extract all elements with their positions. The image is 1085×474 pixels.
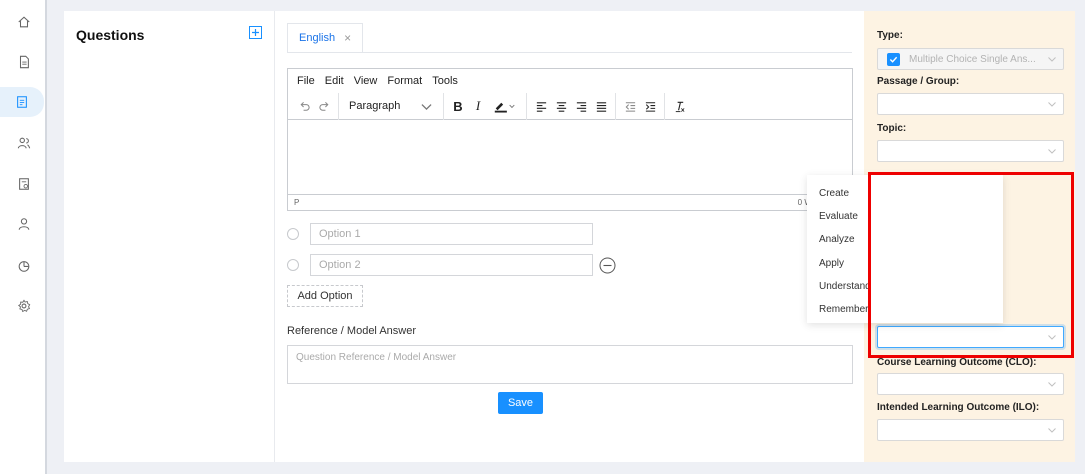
rail-item-documents[interactable] [0, 47, 47, 77]
menu-file[interactable]: File [297, 75, 315, 87]
outdent-icon[interactable] [620, 96, 640, 116]
chevron-down-icon [1047, 146, 1057, 156]
chevron-down-icon [1047, 379, 1057, 389]
type-label: Type: [877, 30, 903, 41]
tab-label: English [299, 32, 336, 44]
chevron-down-icon [1047, 54, 1057, 64]
menu-format[interactable]: Format [387, 75, 422, 87]
editor-body[interactable] [288, 120, 852, 194]
dropdown-option-remember[interactable]: Remember [819, 304, 868, 315]
ilo-label: Intended Learning Outcome (ILO): [877, 402, 1040, 413]
toolbar-separator [615, 92, 616, 120]
block-format-select[interactable]: Paragraph [343, 96, 439, 116]
toolbar-separator [526, 92, 527, 120]
redo-icon[interactable] [314, 96, 334, 116]
ilo-select[interactable] [877, 419, 1064, 441]
toolbar-separator [443, 92, 444, 120]
rail-item-users[interactable] [0, 128, 47, 158]
rail-item-settings[interactable] [0, 291, 47, 321]
menu-view[interactable]: View [354, 75, 378, 87]
menu-tools[interactable]: Tools [432, 75, 458, 87]
option-radio[interactable] [287, 228, 299, 240]
document-icon [17, 55, 31, 69]
questions-panel: Questions [64, 11, 275, 462]
rail-item-exams[interactable] [0, 169, 47, 199]
editor-menubar: File Edit View Format Tools [288, 69, 852, 93]
checkbox-checked-icon [887, 52, 900, 66]
bold-icon[interactable]: B [448, 96, 468, 116]
add-option-button[interactable]: Add Option [287, 285, 363, 307]
tab-divider [287, 52, 852, 53]
align-right-icon[interactable] [571, 96, 591, 116]
italic-icon[interactable]: I [468, 96, 488, 116]
dropdown-option-evaluate[interactable]: Evaluate [819, 211, 858, 222]
clear-formatting-icon[interactable] [669, 96, 689, 116]
passage-select[interactable] [877, 93, 1064, 115]
dropdown-option-apply[interactable]: Apply [819, 258, 844, 269]
editor-toolbar: Paragraph B I [288, 92, 852, 120]
dropdown-option-create[interactable]: Create [819, 188, 849, 199]
align-center-icon[interactable] [551, 96, 571, 116]
dropdown-option-analyze[interactable]: Analyze [819, 234, 855, 245]
type-value: Multiple Choice Single Ans... [909, 53, 1036, 65]
left-rail [0, 0, 47, 474]
menu-edit[interactable]: Edit [325, 75, 344, 87]
align-justify-icon[interactable] [591, 96, 611, 116]
panel-title: Questions [76, 27, 145, 43]
indent-icon[interactable] [640, 96, 660, 116]
user-icon [17, 217, 31, 231]
rail-item-home[interactable] [0, 7, 47, 37]
users-icon [17, 136, 31, 150]
toolbar-separator [664, 92, 665, 120]
save-button[interactable]: Save [498, 392, 543, 414]
clo-select[interactable] [877, 373, 1064, 395]
questions-icon [15, 95, 29, 109]
option-radio[interactable] [287, 259, 299, 271]
toolbar-separator [338, 92, 339, 120]
minus-circle-icon[interactable] [599, 257, 616, 274]
option-row: Option 1 [287, 223, 593, 245]
highlight-color-icon[interactable] [488, 96, 522, 116]
exam-icon [17, 177, 31, 191]
tab-english[interactable]: English × [287, 23, 363, 52]
option-row: Option 2 [287, 254, 616, 276]
topic-select[interactable] [877, 140, 1064, 162]
chevron-down-icon [1047, 99, 1057, 109]
align-left-icon[interactable] [531, 96, 551, 116]
chevron-down-icon [1047, 425, 1057, 435]
rail-item-reports[interactable] [0, 251, 47, 281]
block-format-value: Paragraph [349, 100, 401, 112]
chevron-down-icon [420, 100, 433, 113]
reference-label: Reference / Model Answer [287, 325, 417, 337]
rich-text-editor: File Edit View Format Tools Paragraph B … [287, 68, 853, 211]
editor-statusbar: P 0 WORDS [288, 194, 852, 210]
plus-square-icon[interactable] [249, 26, 262, 39]
clo-label: Course Learning Outcome (CLO): [877, 357, 1037, 368]
reference-textarea[interactable]: Question Reference / Model Answer [287, 345, 853, 384]
option-input[interactable]: Option 1 [310, 223, 593, 245]
topic-label: Topic: [877, 123, 907, 134]
home-icon [17, 15, 31, 29]
dropdown-option-understand[interactable]: Understand [819, 281, 871, 292]
close-icon[interactable]: × [344, 31, 351, 45]
option-input[interactable]: Option 2 [310, 254, 593, 276]
element-path: P [294, 198, 300, 207]
question-editor: English × File Edit View Format Tools Pa… [275, 11, 864, 462]
passage-label: Passage / Group: [877, 76, 960, 87]
type-select: Multiple Choice Single Ans... [877, 48, 1064, 70]
rail-item-questions[interactable] [0, 87, 44, 117]
annotation-highlight-box [868, 172, 1074, 358]
rail-item-profile[interactable] [0, 209, 47, 239]
pie-chart-icon [17, 259, 31, 273]
settings-icon [17, 299, 31, 313]
undo-icon[interactable] [294, 96, 314, 116]
